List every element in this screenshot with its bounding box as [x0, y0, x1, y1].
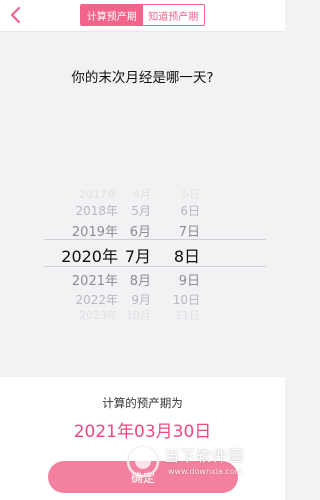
mode-tabs: 计算预产期 知道预产期 — [80, 4, 205, 26]
back-button[interactable] — [4, 3, 28, 27]
chevron-left-icon — [10, 6, 21, 24]
tab-known-due-date[interactable]: 知道预产期 — [142, 5, 204, 25]
picker-month: 7月 — [124, 247, 151, 266]
question-text: 你的末次月经是哪一天? — [71, 70, 214, 86]
picker-year: 2017年 — [79, 188, 118, 201]
picker-day: 10日 — [172, 293, 200, 307]
result-label: 计算的预产期为 — [102, 396, 183, 410]
picker-year: 2019年 — [71, 225, 118, 240]
tab-calculate-due-date[interactable]: 计算预产期 — [81, 5, 143, 25]
picker-year: 2021年 — [71, 274, 118, 289]
picker-year: 2020年 — [61, 247, 118, 266]
due-date-value: 2021年03月30日 — [73, 422, 212, 442]
picker-row-selected[interactable]: 2020年 7月 8日 — [0, 243, 285, 267]
watermark-url: www.downxia.com — [168, 467, 243, 476]
picker-day: 6日 — [180, 204, 200, 218]
watermark: 当下软件园 www.downxia.com — [126, 440, 276, 484]
picker-year: 2018年 — [75, 204, 118, 218]
picker-row[interactable]: 2023年 10月 11日 — [0, 307, 285, 321]
picker-year: 2022年 — [75, 293, 118, 307]
top-bar: 计算预产期 知道预产期 — [0, 0, 285, 32]
picker-row[interactable]: 2019年 6月 7日 — [0, 221, 285, 241]
picker-day: 9日 — [178, 274, 200, 289]
date-picker[interactable]: 2017年 4月 5日 2018年 5月 6日 2019年 6月 7日 2020… — [0, 186, 285, 321]
picker-month: 10月 — [126, 309, 151, 321]
picker-month: 8月 — [129, 274, 151, 289]
picker-day: 8日 — [173, 247, 200, 266]
picker-month: 6月 — [129, 225, 151, 240]
picker-month: 5月 — [131, 204, 151, 218]
watermark-text: 当下软件园 — [164, 447, 245, 465]
picker-month: 4月 — [133, 188, 151, 201]
picker-year: 2023年 — [79, 309, 118, 321]
watermark-logo-icon — [126, 444, 160, 478]
picker-day: 5日 — [182, 188, 200, 201]
picker-day: 11日 — [175, 309, 200, 321]
picker-day: 7日 — [178, 225, 200, 240]
picker-row[interactable]: 2018年 5月 6日 — [0, 202, 285, 222]
picker-month: 9月 — [131, 293, 151, 307]
picker-row[interactable]: 2021年 8月 9日 — [0, 270, 285, 290]
